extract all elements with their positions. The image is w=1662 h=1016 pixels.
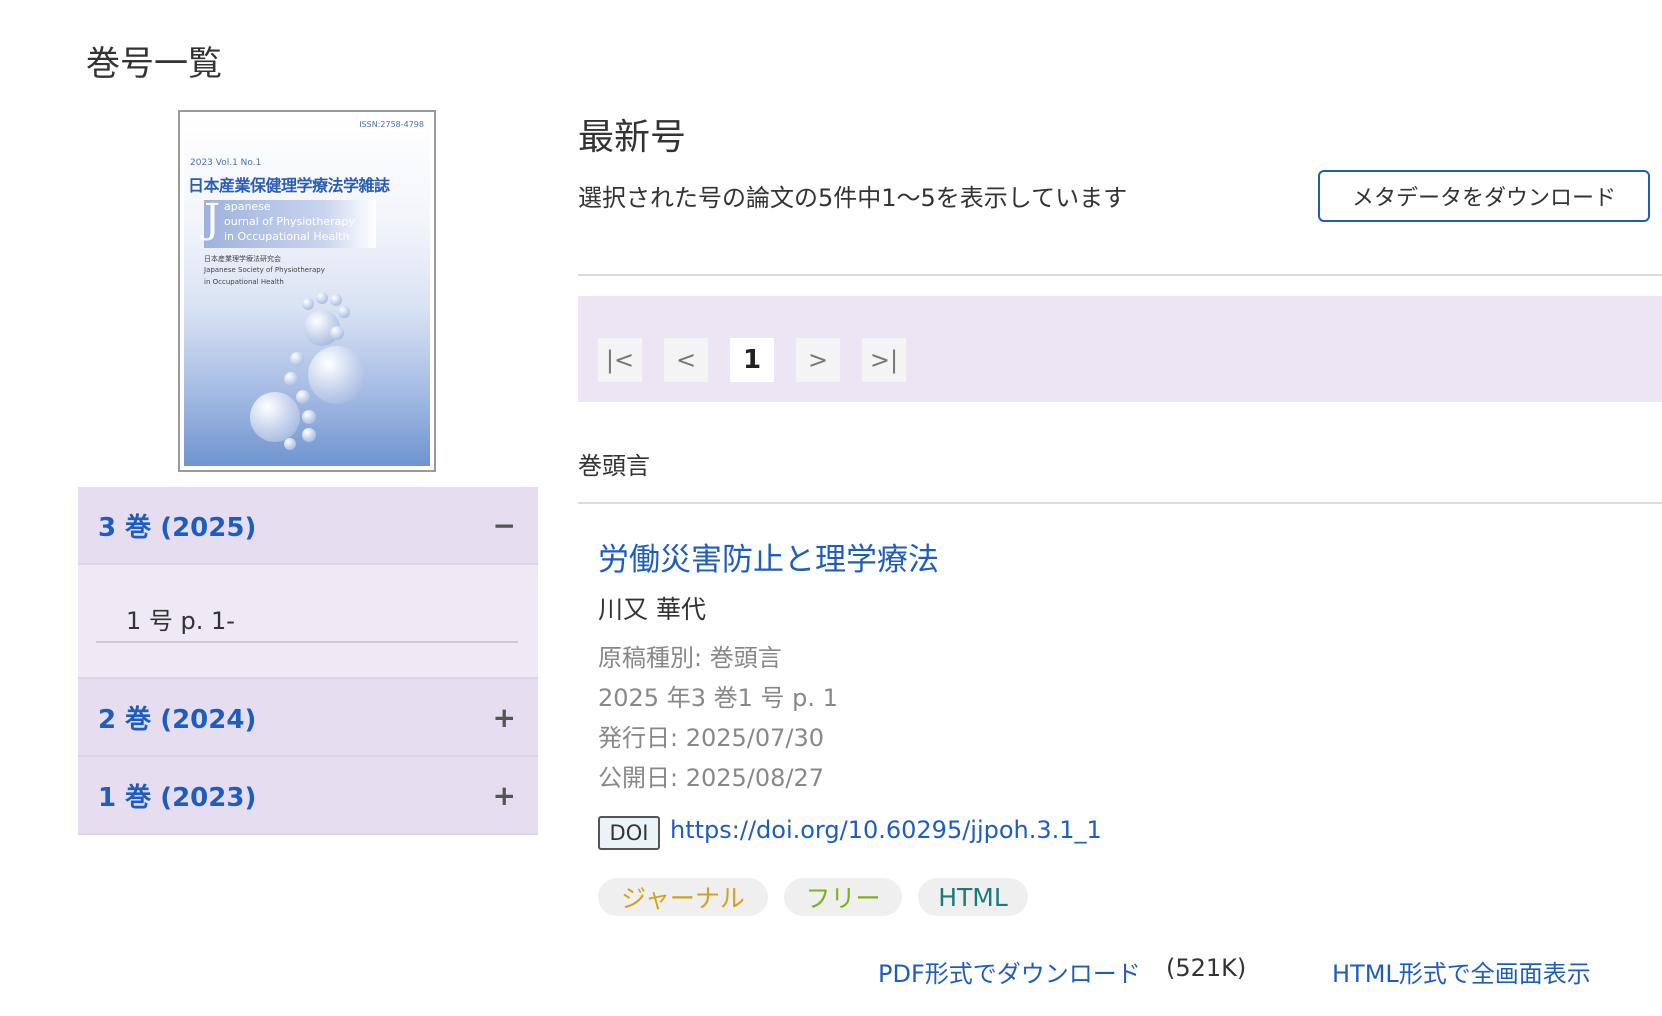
cover-bubble [316, 292, 328, 304]
volume-label: 1 巻 (2023) [98, 782, 257, 813]
cover-title-en-initial: J [204, 196, 221, 242]
volume-header-1[interactable]: 1 巻 (2023) + [78, 757, 538, 835]
cover-bubble [302, 428, 316, 442]
prev-page-button[interactable]: < [664, 338, 708, 382]
cover-bubble [302, 410, 316, 424]
issue-link-1[interactable]: 1 号 p. 1- [96, 601, 518, 643]
tag-free: フリー [784, 878, 902, 916]
expand-icon[interactable]: + [493, 701, 516, 734]
manuscript-type: 原稿種別: 巻頭言 [598, 644, 782, 672]
result-count: 選択された号の論文の5件中1〜5を表示しています [578, 184, 1128, 212]
article-citation: 2025 年3 巻1 号 p. 1 [598, 684, 838, 712]
article-title-link[interactable]: 労働災害防止と理学療法 [598, 534, 939, 579]
volume-list: 3 巻 (2025) − 1 号 p. 1- 2 巻 (2024) + 1 巻 … [78, 487, 538, 835]
last-page-button[interactable]: >| [862, 338, 906, 382]
cover-bubble [284, 372, 298, 386]
doi-badge: DOI [598, 816, 660, 850]
cover-bubble [296, 390, 310, 404]
release-date: 公開日: 2025/08/27 [598, 764, 825, 792]
cover-bubble [330, 294, 342, 306]
cover-title-en-line1: apanese [224, 200, 271, 213]
doi-link[interactable]: https://doi.org/10.60295/jjpoh.3.1_1 [670, 816, 1102, 844]
expand-icon[interactable]: + [493, 779, 516, 812]
journal-cover-image[interactable]: ISSN:2758-4798 2023 Vol.1 No.1 日本産業保健理学療… [178, 110, 436, 472]
volume-header-2[interactable]: 2 巻 (2024) + [78, 679, 538, 757]
download-metadata-button[interactable]: メタデータをダウンロード [1318, 170, 1650, 222]
cover-bubble [250, 392, 300, 442]
cover-bubble [330, 326, 344, 340]
article-author: 川又 華代 [598, 595, 706, 624]
cover-bubble [284, 438, 296, 450]
cover-society-en-line2: in Occupational Health [204, 278, 284, 286]
pdf-file-size: (521K) [1166, 954, 1247, 982]
cover-title-ja: 日本産業保健理学療法学雑誌 [188, 176, 390, 195]
cover-bubble [308, 346, 366, 404]
next-page-button[interactable]: > [796, 338, 840, 382]
cover-title-en-line2: ournal of Physiotherapy [224, 215, 355, 228]
category-heading: 巻頭言 [578, 452, 650, 480]
divider [578, 274, 1662, 276]
html-fullscreen-link[interactable]: HTML形式で全画面表示 [1332, 954, 1591, 989]
collapse-icon[interactable]: − [493, 509, 516, 542]
volume-issue-list: 1 号 p. 1- [78, 565, 538, 679]
volume-label: 2 巻 (2024) [98, 704, 257, 735]
tag-html: HTML [918, 878, 1028, 916]
cover-issn: ISSN:2758-4798 [359, 120, 424, 129]
tag-journal: ジャーナル [598, 878, 768, 916]
cover-title-en-box: J apanese ournal of Physiotherapy in Occ… [204, 196, 376, 248]
cover-artwork: ISSN:2758-4798 2023 Vol.1 No.1 日本産業保健理学療… [184, 116, 430, 466]
pdf-download-link[interactable]: PDF形式でダウンロード [878, 954, 1141, 989]
cover-volume-line: 2023 Vol.1 No.1 [190, 158, 262, 168]
cover-society-ja: 日本産業理学療法研究会 [204, 255, 281, 263]
pagination-bar: |< < 1 > >| [578, 296, 1662, 402]
page-title: 巻号一覧 [86, 44, 222, 84]
cover-bubble [338, 306, 350, 318]
current-page-button[interactable]: 1 [730, 338, 774, 382]
section-title: 最新号 [578, 117, 687, 158]
cover-bubble [302, 298, 314, 310]
cover-title-en-line3: in Occupational Health [224, 230, 350, 243]
cover-society-en-line1: Japanese Society of Physiotherapy [204, 266, 325, 274]
divider [578, 502, 1662, 504]
volume-header-3[interactable]: 3 巻 (2025) − [78, 487, 538, 565]
cover-bubble [290, 352, 304, 366]
first-page-button[interactable]: |< [598, 338, 642, 382]
volume-label: 3 巻 (2025) [98, 512, 257, 543]
published-date: 発行日: 2025/07/30 [598, 724, 825, 752]
